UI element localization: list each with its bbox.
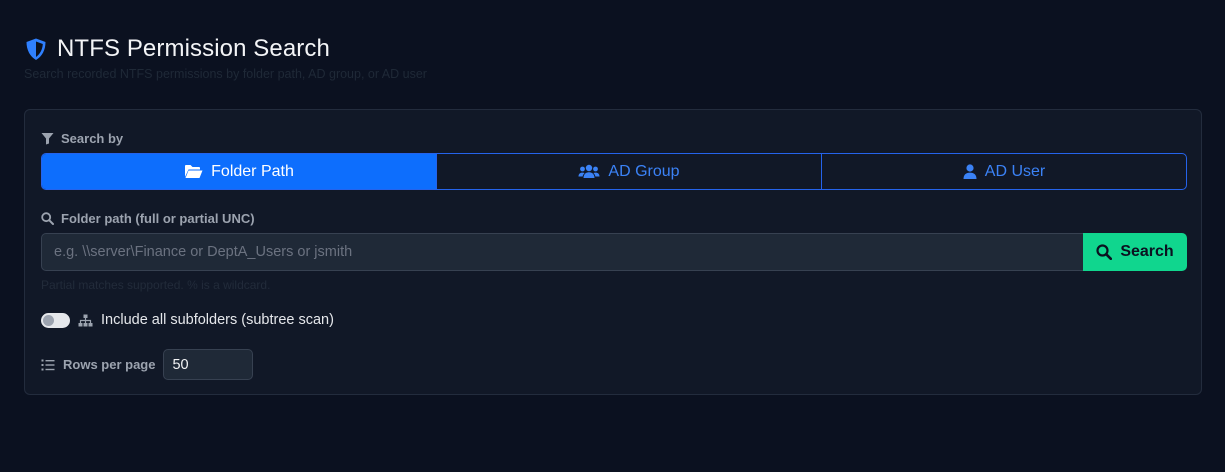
- rows-per-page-label: Rows per page: [63, 357, 156, 372]
- page-header: NTFS Permission Search Search recorded N…: [24, 34, 427, 81]
- users-icon: [578, 164, 600, 179]
- user-icon: [963, 164, 977, 179]
- search-icon: [41, 212, 54, 225]
- filter-icon: [41, 132, 54, 145]
- search-button-label: Search: [1120, 243, 1174, 260]
- path-help-text: Partial matches supported. % is a wildca…: [41, 278, 271, 292]
- path-field-label-row: Folder path (full or partial UNC): [41, 211, 255, 226]
- path-field-label: Folder path (full or partial UNC): [61, 211, 255, 226]
- tab-ad-user[interactable]: AD User: [821, 154, 1186, 189]
- folder-open-icon: [184, 164, 203, 179]
- tab-ad-user-label: AD User: [984, 162, 1046, 180]
- page-title: NTFS Permission Search: [57, 35, 330, 62]
- search-type-selector: Folder Path AD Group AD User: [41, 153, 1187, 190]
- rows-per-page-input[interactable]: [163, 349, 254, 380]
- tab-ad-group-label: AD Group: [608, 162, 680, 180]
- search-by-label: Search by: [61, 131, 124, 146]
- subfolders-toggle[interactable]: [41, 312, 70, 328]
- shield-icon: [24, 37, 48, 61]
- search-button[interactable]: Search: [1083, 233, 1187, 271]
- search-by-label-row: Search by: [41, 131, 123, 146]
- list-ol-icon: [41, 359, 55, 371]
- toggle-knob: [43, 314, 54, 326]
- title-row: NTFS Permission Search: [24, 34, 427, 64]
- subfolders-label: Include all subfolders (subtree scan): [101, 312, 334, 328]
- search-card: Search by Folder Path AD Group AD User F…: [24, 109, 1202, 395]
- path-search-group: Search: [41, 233, 1187, 271]
- page-subtitle: Search recorded NTFS permissions by fold…: [24, 67, 427, 81]
- tab-folder-path-label: Folder Path: [211, 162, 294, 180]
- subfolders-toggle-row: Include all subfolders (subtree scan): [41, 312, 334, 328]
- tab-folder-path[interactable]: Folder Path: [42, 154, 436, 189]
- folder-path-input[interactable]: [41, 233, 1083, 271]
- sitemap-icon: [78, 314, 93, 327]
- rows-per-page-row: Rows per page: [41, 349, 254, 380]
- tab-ad-group[interactable]: AD Group: [436, 154, 821, 189]
- search-icon: [1096, 244, 1113, 260]
